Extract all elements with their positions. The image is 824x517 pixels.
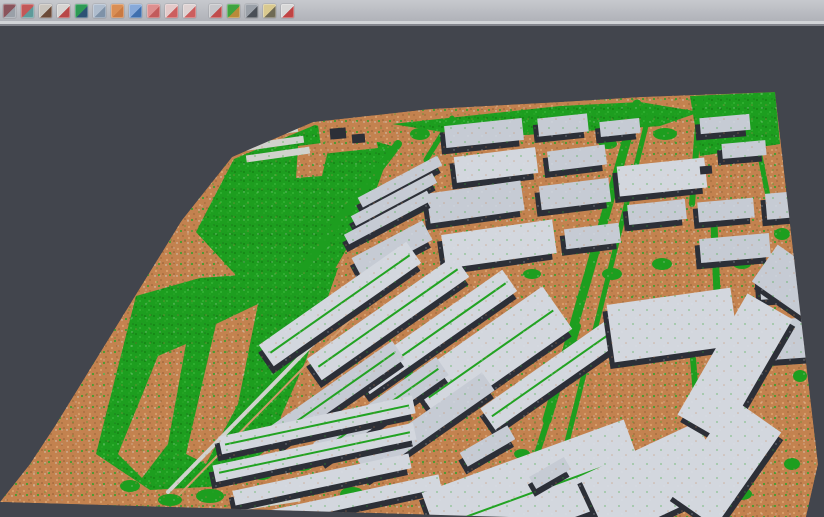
3d-viewport[interactable]: [0, 26, 824, 517]
orange-square-icon[interactable]: [111, 4, 124, 18]
mountain-icon[interactable]: [39, 4, 52, 18]
red-cross-icon[interactable]: [209, 4, 222, 18]
points-maroon-icon[interactable]: [3, 4, 16, 18]
red-ring-icon[interactable]: [165, 4, 178, 18]
panel-blue-icon[interactable]: [93, 4, 106, 18]
application-window: [0, 0, 824, 517]
classification-colors-icon[interactable]: [227, 4, 240, 18]
points-red-dot-icon[interactable]: [57, 4, 70, 18]
extent-brackets-icon[interactable]: [183, 4, 196, 18]
toolbar: [0, 0, 824, 21]
red-bars-icon[interactable]: [147, 4, 160, 18]
scatter-red-teal-icon[interactable]: [21, 4, 34, 18]
terrain-green-icon[interactable]: [75, 4, 88, 18]
point-cloud-scene: [0, 26, 824, 517]
dark-blob-icon[interactable]: [245, 4, 258, 18]
red-white-icon[interactable]: [281, 4, 294, 18]
globe-icon[interactable]: [129, 4, 142, 18]
hatch-tan-icon[interactable]: [263, 4, 276, 18]
